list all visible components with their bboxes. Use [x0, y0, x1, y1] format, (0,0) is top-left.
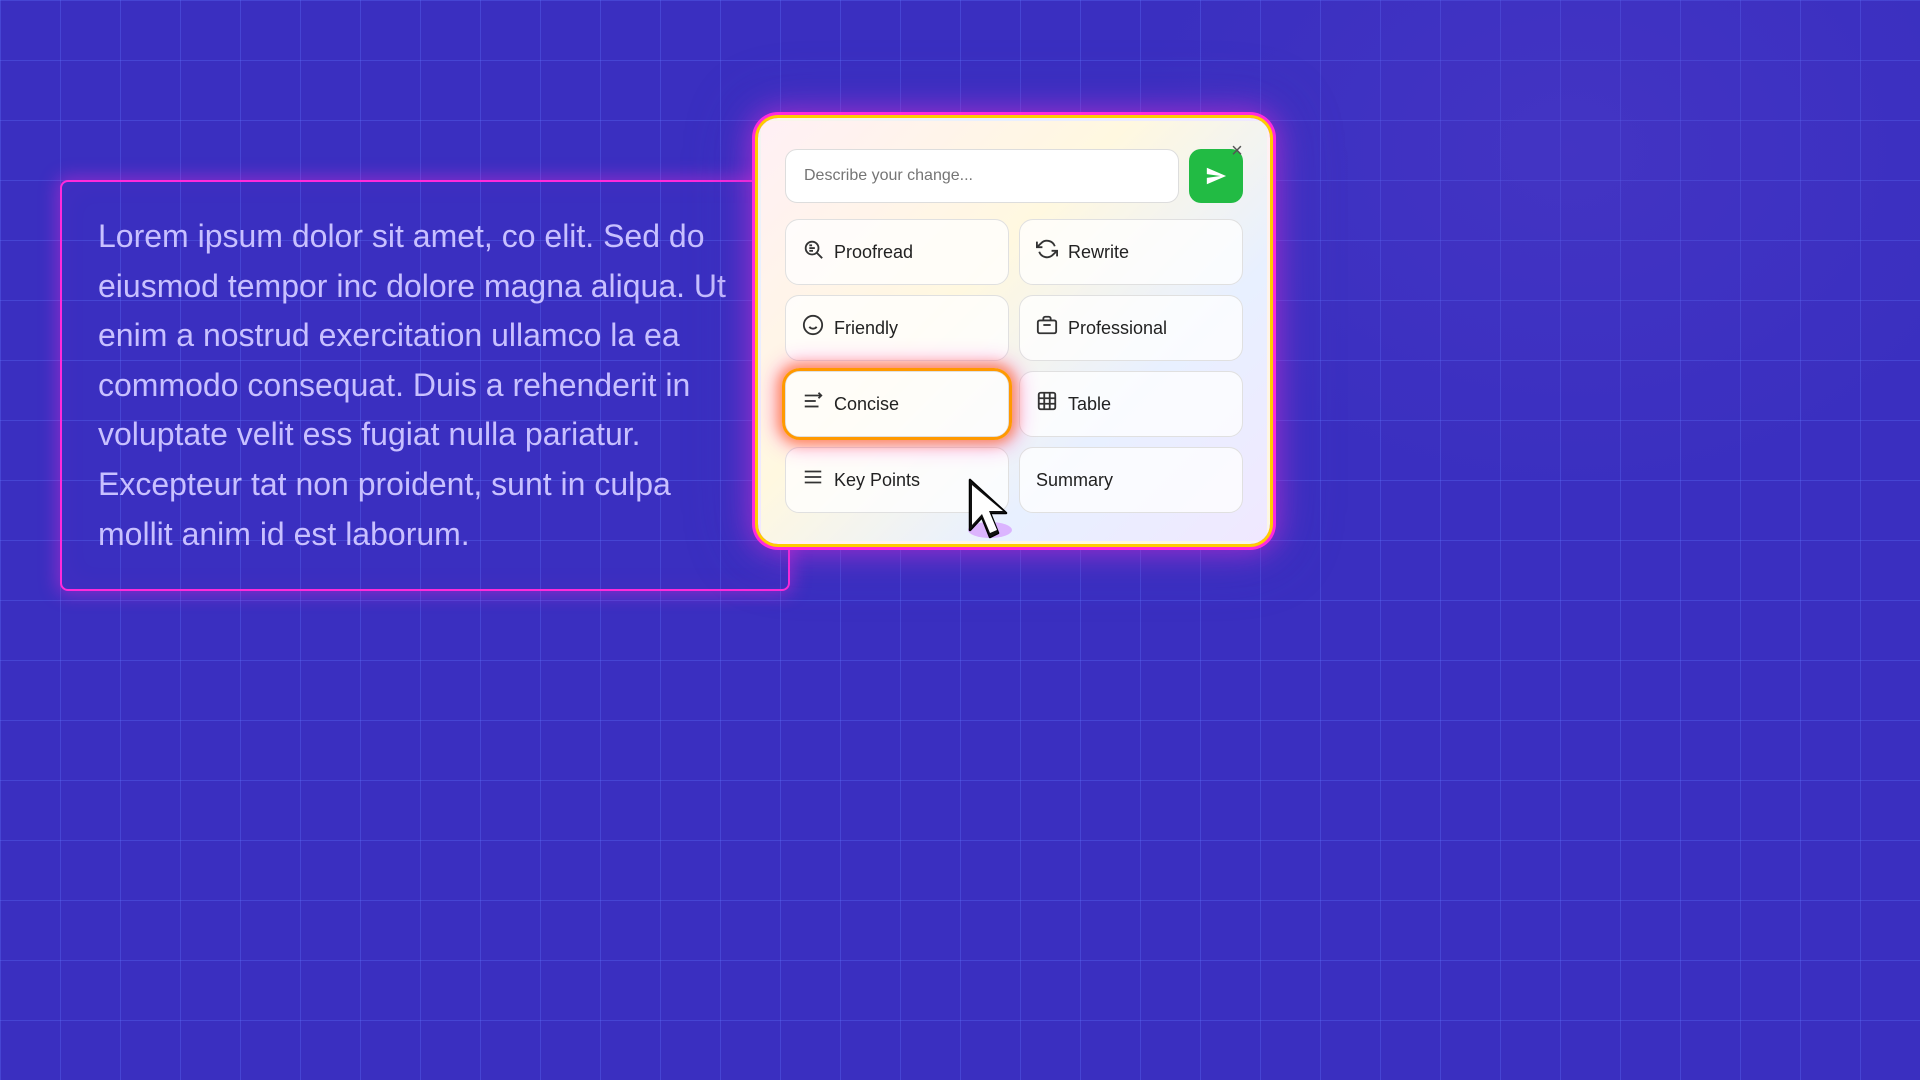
concise-icon [802, 390, 824, 418]
rewrite-icon [1036, 238, 1058, 266]
professional-button[interactable]: Professional [1019, 295, 1243, 361]
key-points-icon [802, 466, 824, 494]
table-icon [1036, 390, 1058, 418]
send-icon [1205, 165, 1227, 187]
search-row [785, 149, 1243, 203]
ai-panel: × Proofread [758, 118, 1270, 544]
table-button[interactable]: Table [1019, 371, 1243, 437]
action-buttons-grid: Proofread Rewrite Friendl [785, 219, 1243, 513]
concise-button[interactable]: Concise [785, 371, 1009, 437]
summary-label: Summary [1036, 470, 1113, 491]
key-points-button[interactable]: Key Points [785, 447, 1009, 513]
friendly-button[interactable]: Friendly [785, 295, 1009, 361]
proofread-label: Proofread [834, 242, 913, 263]
table-label: Table [1068, 394, 1111, 415]
friendly-icon [802, 314, 824, 342]
key-points-label: Key Points [834, 470, 920, 491]
rewrite-button[interactable]: Rewrite [1019, 219, 1243, 285]
text-content-box: Lorem ipsum dolor sit amet, co elit. Sed… [60, 180, 790, 591]
proofread-button[interactable]: Proofread [785, 219, 1009, 285]
concise-label: Concise [834, 394, 899, 415]
proofread-icon [802, 238, 824, 266]
professional-label: Professional [1068, 318, 1167, 339]
summary-button[interactable]: Summary [1019, 447, 1243, 513]
close-icon: × [1231, 140, 1243, 163]
rewrite-label: Rewrite [1068, 242, 1129, 263]
professional-icon [1036, 314, 1058, 342]
friendly-label: Friendly [834, 318, 898, 339]
lorem-ipsum-text: Lorem ipsum dolor sit amet, co elit. Sed… [98, 212, 752, 559]
describe-change-input[interactable] [785, 149, 1179, 203]
close-button[interactable]: × [1223, 137, 1251, 165]
